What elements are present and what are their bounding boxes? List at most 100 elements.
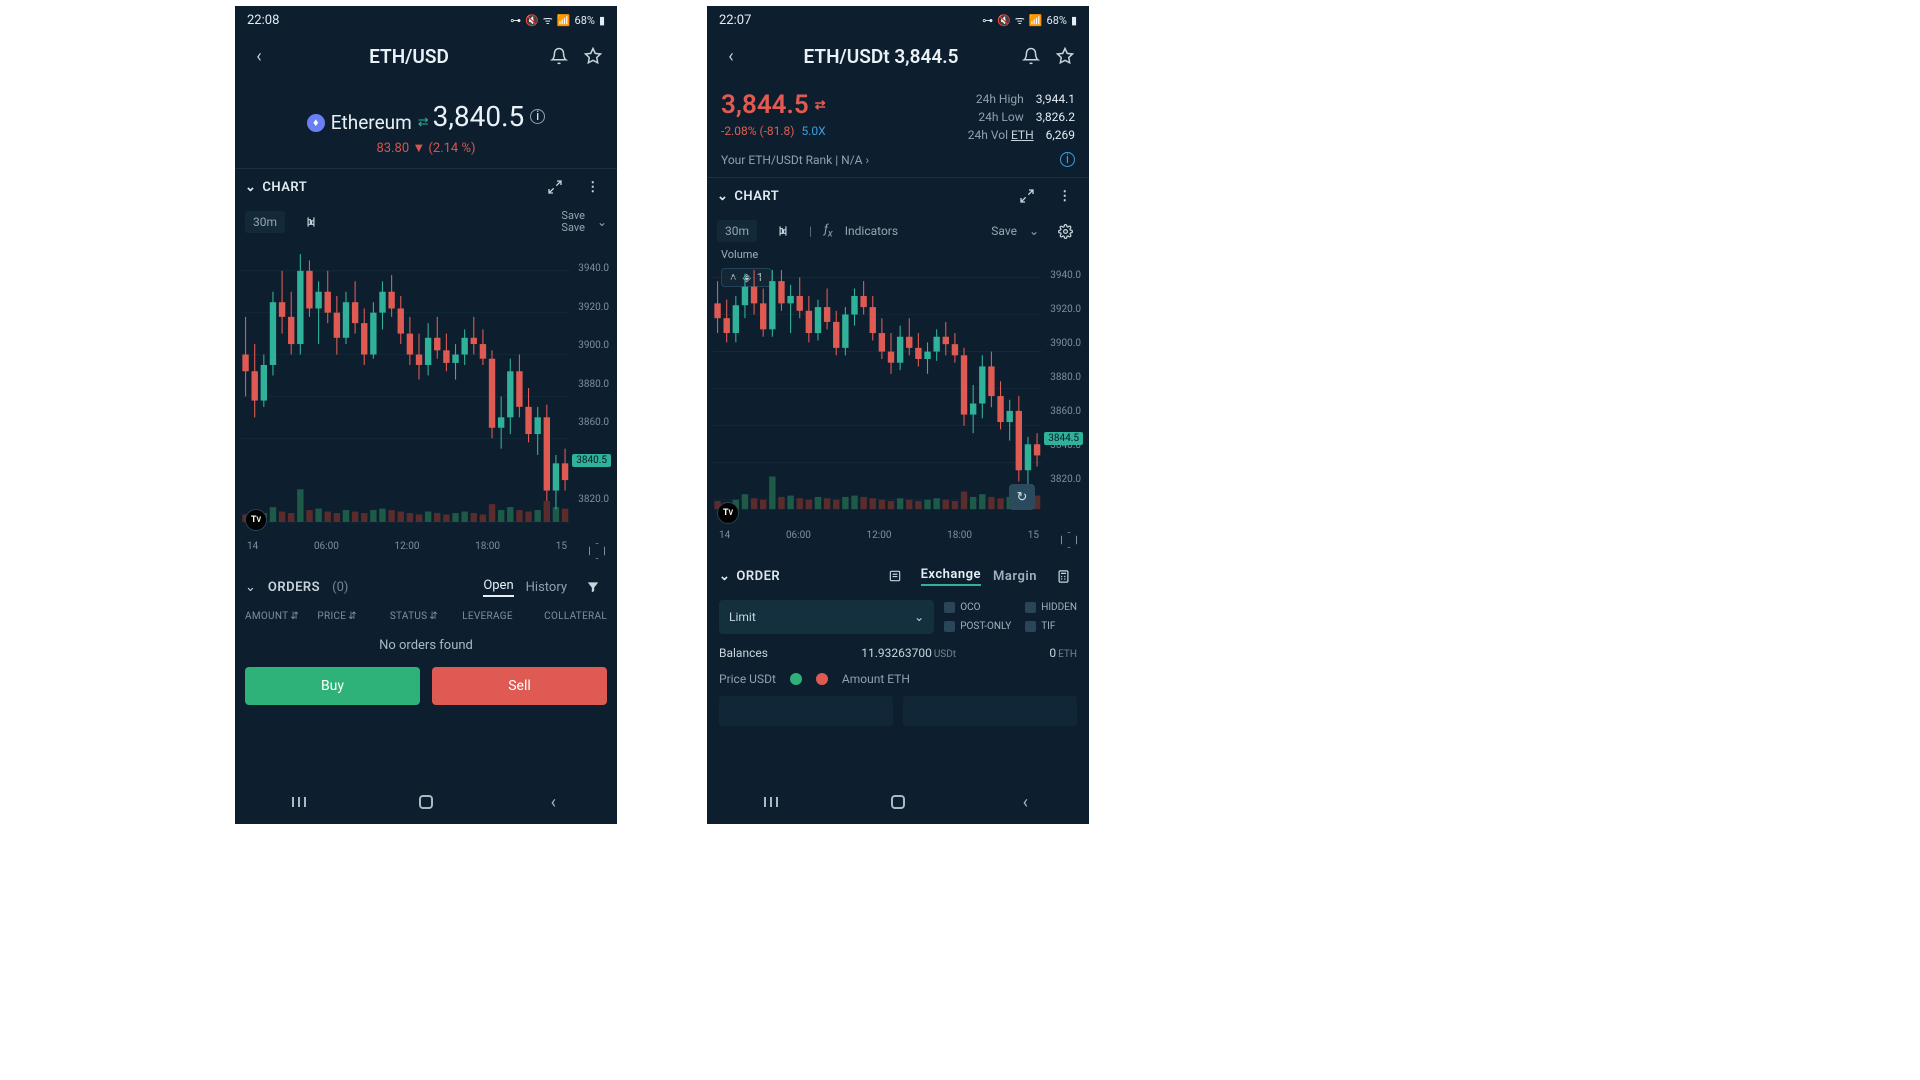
expand-icon[interactable]	[541, 173, 569, 201]
back-icon[interactable]: ‹	[245, 42, 273, 70]
expand-icon[interactable]	[1013, 182, 1041, 210]
pair-title: ETH/USDt 3,844.5	[751, 45, 1011, 68]
chart-section-header: ⌄ CHART ⋮	[707, 178, 1089, 214]
timeframe-selector[interactable]: 30m	[717, 220, 757, 242]
recents-icon[interactable]	[284, 792, 314, 812]
home-icon[interactable]	[883, 792, 913, 812]
info-icon[interactable]: i	[1060, 152, 1075, 167]
vpn-icon: ⊶	[982, 14, 993, 27]
vol-unit-link[interactable]: ETH	[1011, 128, 1034, 142]
price-delta: -2.08% (-81.8) 5.0X	[721, 124, 826, 138]
sell-dot-icon[interactable]	[816, 673, 828, 685]
indicators-button[interactable]: Indicators	[845, 224, 898, 238]
balance-eth: 0	[1049, 646, 1056, 660]
chart-toolbar: 30m Save Save ⌄	[235, 205, 617, 239]
fx-icon[interactable]: ƒx	[824, 222, 833, 239]
leverage-badge[interactable]: 5.0X	[801, 124, 825, 138]
battery-pct: 68%	[1047, 14, 1067, 27]
status-time: 22:07	[719, 13, 751, 28]
chevron-down-icon[interactable]: ⌄	[245, 580, 256, 595]
ticker-block: 3,844.5 ⇄ -2.08% (-81.8) 5.0X 24h High3,…	[707, 78, 1089, 178]
status-bar: 22:07 ⊶ 🔇 ᯤ 📶 68% ▮	[707, 6, 1089, 34]
rank-link[interactable]: Your ETH/USDt Rank | N/A ›	[721, 153, 869, 167]
tab-exchange[interactable]: Exchange	[921, 567, 981, 586]
swap-icon[interactable]: ⇄	[815, 98, 826, 113]
chart-label: CHART	[734, 189, 779, 204]
chevron-down-icon[interactable]: ⌄	[1029, 224, 1039, 238]
gear-icon[interactable]	[1051, 217, 1079, 245]
bell-icon[interactable]	[545, 42, 573, 70]
save-button[interactable]: Save	[991, 224, 1017, 238]
hidden-checkbox[interactable]: HIDDEN	[1025, 600, 1077, 615]
col-leverage: LEVERAGE	[462, 611, 534, 622]
tab-open[interactable]: Open	[483, 578, 513, 597]
price-input[interactable]	[719, 696, 893, 726]
tif-checkbox[interactable]: TIF	[1025, 619, 1077, 634]
info-icon[interactable]: i	[530, 109, 545, 124]
star-icon[interactable]	[579, 42, 607, 70]
price-chart[interactable]: Volume ˄ ◈ 1 3820.03840.03860.03880.0390…	[713, 248, 1083, 558]
recents-icon[interactable]	[756, 792, 786, 812]
order-type-select[interactable]: Limit⌄	[719, 600, 934, 634]
status-bar: 22:08 ⊶ 🔇 ᯤ 📶 68% ▮	[235, 6, 617, 34]
android-navbar: ‹	[235, 780, 617, 824]
orders-section: ⌄ ORDERS (0) Open History AMOUNT ⇵ PRICE…	[235, 569, 617, 715]
pair-title: ETH/USD	[279, 45, 539, 68]
balances-row: Balances 11.93263700USDt 0ETH	[719, 646, 1077, 660]
x-axis: 1406:0012:0018:0015	[241, 541, 573, 555]
app-header: ‹ ETH/USD	[235, 34, 617, 78]
tradingview-logo-icon[interactable]: TV	[717, 502, 739, 524]
timeframe-selector[interactable]: 30m	[245, 211, 285, 233]
back-icon[interactable]: ‹	[717, 42, 745, 70]
bell-icon[interactable]	[1017, 42, 1045, 70]
signal-icon: 📶	[1029, 14, 1043, 27]
save-menu[interactable]: Save Save	[561, 210, 585, 234]
android-back-icon[interactable]: ‹	[538, 792, 568, 812]
col-price: PRICE ⇵	[317, 611, 389, 622]
star-icon[interactable]	[1051, 42, 1079, 70]
sell-button[interactable]: Sell	[432, 667, 607, 705]
amount-input[interactable]	[903, 696, 1077, 726]
chevron-down-icon[interactable]: ⌄	[717, 189, 728, 204]
price-tag: 3844.5	[1044, 432, 1083, 445]
y-axis: 3820.03860.03880.03900.03920.03940.0	[573, 239, 611, 539]
order-label: ORDER	[736, 569, 780, 584]
buy-dot-icon[interactable]	[790, 673, 802, 685]
android-back-icon[interactable]: ‹	[1010, 792, 1040, 812]
calculator-icon[interactable]	[1049, 562, 1077, 590]
candle-style-icon[interactable]	[769, 217, 797, 245]
tab-history[interactable]: History	[526, 580, 567, 595]
filter-icon[interactable]	[579, 573, 607, 601]
balance-usdt: 11.93263700	[861, 646, 932, 660]
swap-icon[interactable]: ⇄	[418, 115, 429, 130]
orders-label: ORDERS	[268, 580, 320, 595]
home-icon[interactable]	[411, 792, 441, 812]
price-delta: 83.80 ▼ (2.14 %)	[245, 140, 607, 156]
tab-margin[interactable]: Margin	[993, 569, 1037, 584]
chevron-down-icon[interactable]: ⌄	[719, 569, 730, 584]
chart-section-header: ⌄ CHART ⋮	[235, 169, 617, 205]
status-time: 22:08	[247, 13, 279, 28]
tradingview-logo-icon[interactable]: TV	[245, 509, 267, 531]
price-value: 3,840.5	[433, 100, 525, 133]
more-vertical-icon[interactable]: ⋮	[1051, 182, 1079, 210]
more-vertical-icon[interactable]: ⋮	[579, 173, 607, 201]
android-navbar: ‹	[707, 780, 1089, 824]
price-chart[interactable]: 3820.03860.03880.03900.03920.03940.0 384…	[241, 239, 611, 569]
x-axis: 1406:0012:0018:0015	[713, 530, 1045, 544]
form-icon[interactable]	[881, 562, 909, 590]
price-amount-labels: Price USDt Amount ETH	[719, 672, 1077, 686]
chevron-down-icon[interactable]: ⌄	[597, 215, 607, 229]
reload-icon[interactable]: ↻	[1009, 484, 1035, 510]
battery-icon: ▮	[599, 14, 605, 27]
last-price: 3,844.5 ⇄	[721, 90, 826, 120]
postonly-checkbox[interactable]: POST-ONLY	[944, 619, 1011, 634]
y-axis: 3820.03840.03860.03880.03900.03920.03940…	[1045, 248, 1083, 528]
col-collateral: COLLATERAL	[535, 611, 607, 622]
buy-button[interactable]: Buy	[245, 667, 420, 705]
chevron-down-icon[interactable]: ⌄	[245, 180, 256, 195]
col-amount: AMOUNT ⇵	[245, 611, 317, 622]
battery-icon: ▮	[1071, 14, 1077, 27]
candle-style-icon[interactable]	[297, 208, 325, 236]
oco-checkbox[interactable]: OCO	[944, 600, 1011, 615]
